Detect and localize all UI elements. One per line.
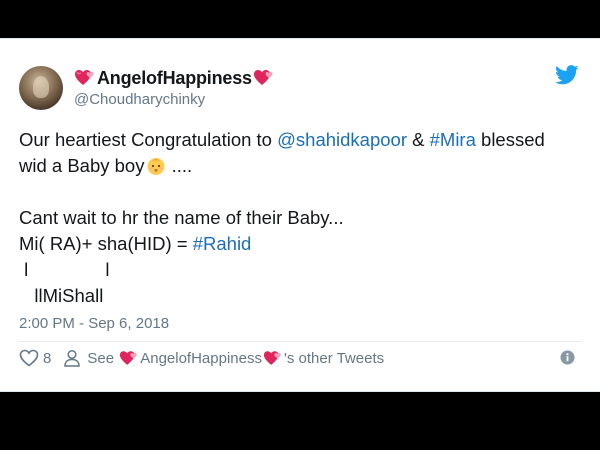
tweet-line: Cant wait to hr the name of their Baby..…: [19, 205, 589, 231]
revolving-hearts-icon: [263, 350, 281, 365]
hashtag-link[interactable]: #Rahid: [193, 231, 252, 257]
revolving-hearts-icon: [253, 70, 273, 85]
tweet-line: l l: [19, 257, 589, 283]
user-handle[interactable]: @Choudharychinky: [74, 91, 205, 108]
tweet-text-segment: l l: [19, 259, 110, 280]
divider: [19, 341, 581, 342]
baby-face-icon: [147, 158, 165, 175]
tweet-line: wid a Baby boy ....: [19, 153, 589, 179]
revolving-hearts-icon: [75, 70, 94, 85]
see-user-name: AngelofHappiness: [140, 349, 262, 367]
like-count: 8: [43, 349, 52, 367]
like-button[interactable]: 8: [19, 349, 63, 367]
display-name-row[interactable]: AngelofHappiness: [74, 67, 275, 89]
heart-outline-icon: [19, 349, 39, 367]
tweet-text-segment: Our heartiest Congratulation to: [19, 129, 278, 150]
tweet-line: llMiShall: [19, 283, 589, 309]
tweet-timestamp[interactable]: 2:00 PM - Sep 6, 2018: [19, 315, 169, 332]
person-icon: [64, 349, 81, 367]
info-icon[interactable]: [560, 350, 575, 365]
see-other-tweets-link[interactable]: See AngelofHappiness 's other Tweets: [63, 349, 384, 367]
avatar[interactable]: [19, 66, 63, 110]
mention-link[interactable]: @shahidkapoor: [277, 127, 407, 153]
see-other-tweets-text: See AngelofHappiness 's other Tweets: [87, 350, 384, 367]
tweet-text-segment: llMiShall: [19, 285, 104, 306]
display-name[interactable]: AngelofHappiness: [97, 68, 252, 89]
tweet-text: Our heartiest Congratulation to @shahidk…: [19, 127, 589, 309]
embedded-tweet-card: AngelofHappiness @Choudharychinky Our he…: [0, 38, 600, 392]
tweet-line: Mi( RA)+ sha(HID) = #Rahid: [19, 231, 589, 257]
revolving-hearts-icon: [120, 350, 137, 365]
hashtag-link[interactable]: #Mira: [430, 127, 476, 153]
see-label: See: [87, 349, 115, 367]
tweet-actions-bar: 8 See AngelofHappiness 's other Tweets: [19, 347, 581, 369]
see-suffix: 's other Tweets: [283, 349, 385, 367]
tweet-text-segment: ....: [166, 155, 193, 176]
tweet-line: Our heartiest Congratulation to @shahidk…: [19, 127, 589, 153]
tweet-text-segment: &: [407, 129, 430, 150]
twitter-bird-icon[interactable]: [555, 65, 579, 85]
tweet-text-segment: Mi( RA)+ sha(HID) =: [19, 233, 193, 254]
tweet-text-segment: wid a Baby boy: [19, 155, 145, 176]
tweet-text-segment: blessed: [475, 129, 545, 150]
tweet-text-segment: Cant wait to hr the name of their Baby..…: [19, 207, 344, 228]
